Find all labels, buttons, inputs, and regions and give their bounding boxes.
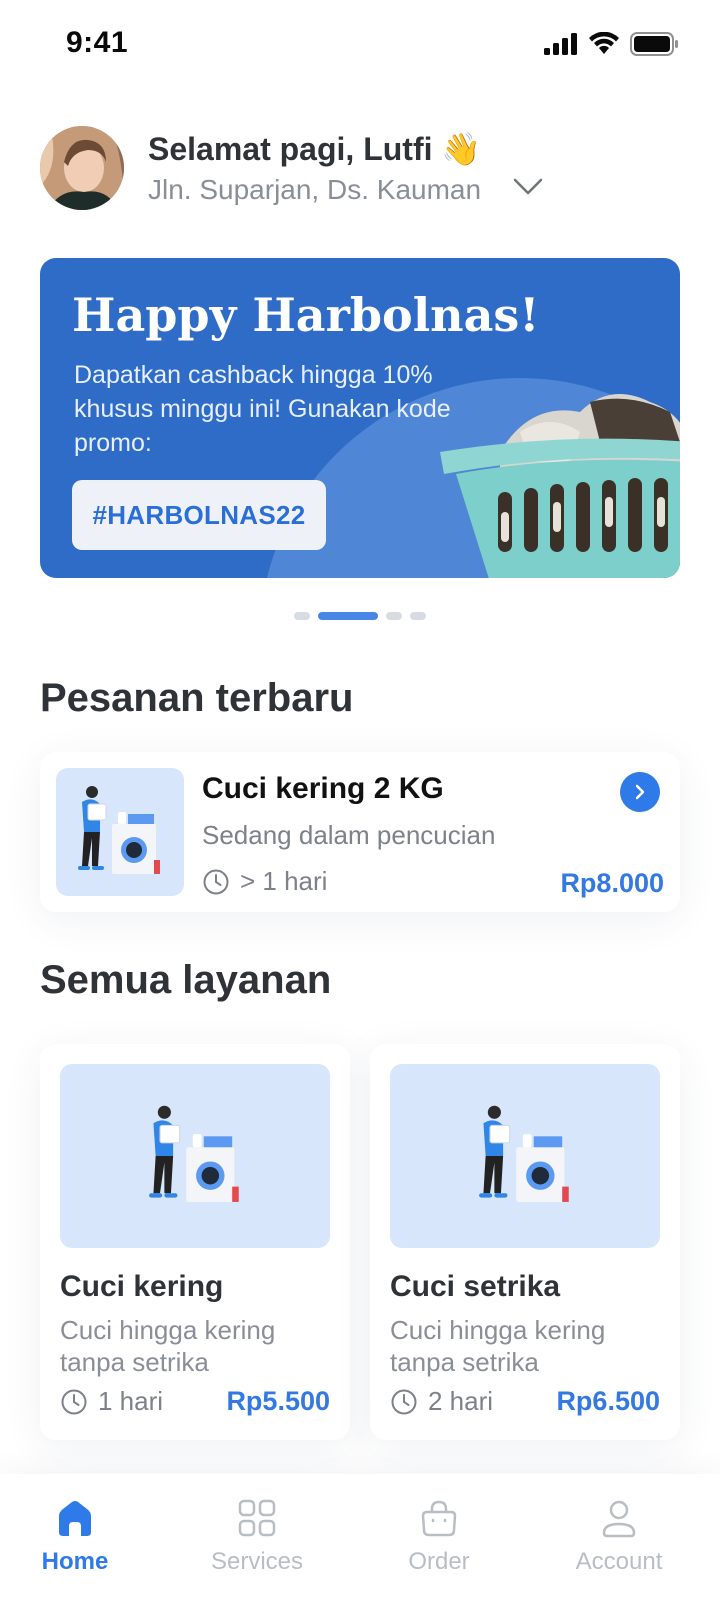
greeting-text: Selamat pagi, Lutfi 👋: [148, 131, 482, 167]
services-title: Semua layanan: [40, 958, 332, 1002]
nav-label-services: Services: [210, 1548, 304, 1575]
nav-item-home[interactable]: Home: [0, 1498, 150, 1576]
order-duration-text: > 1 hari: [240, 866, 328, 896]
avatar[interactable]: [40, 126, 124, 210]
service-duration: 1 hari: [60, 1386, 163, 1417]
order-name: Cuci kering 2 KG: [202, 772, 444, 805]
status-time: 9:41: [66, 26, 129, 59]
avatar-image: [40, 126, 124, 210]
address-text: Jln. Suparjan, Ds. Kauman: [148, 174, 482, 205]
service-card-cuci-kering[interactable]: Cuci kering Cuci hingga kering tanpa set…: [40, 1044, 350, 1440]
clock-icon: [61, 1389, 87, 1414]
header: Selamat pagi, Lutfi 👋 Jln. Suparjan, Ds.…: [40, 126, 680, 212]
nav-item-account[interactable]: Account: [544, 1498, 694, 1576]
grid-icon: [238, 1499, 276, 1537]
service-card-cuci-setrika[interactable]: Cuci setrika Cuci hingga kering tanpa se…: [370, 1044, 680, 1440]
bag-icon: [421, 1500, 457, 1537]
chevron-right-icon: [635, 784, 645, 800]
nav-label-account: Account: [575, 1548, 663, 1575]
service-duration-text: 2 hari: [428, 1386, 494, 1416]
service-price: Rp5.500: [226, 1386, 330, 1416]
order-thumbnail: [56, 768, 184, 896]
home-icon: [59, 1501, 91, 1536]
nav-item-services[interactable]: Services: [182, 1498, 332, 1576]
service-price: Rp6.500: [556, 1386, 660, 1416]
clock-icon: [203, 869, 229, 894]
carousel-dot[interactable]: [294, 612, 310, 620]
service-thumbnail: [60, 1064, 330, 1248]
banner-title: Happy Harbolnas!: [72, 288, 540, 342]
user-icon: [602, 1500, 636, 1538]
wifi-icon: [589, 32, 619, 54]
clock-icon: [391, 1389, 417, 1414]
service-description: Cuci hingga kering tanpa setrika: [390, 1315, 606, 1377]
carousel-indicator: [294, 612, 426, 620]
banner-text: Dapatkan cashback hingga 10% khusus ming…: [74, 361, 451, 457]
carousel-dot[interactable]: [386, 612, 402, 620]
service-name: Cuci kering: [60, 1270, 224, 1303]
carousel-dot[interactable]: [410, 612, 426, 620]
nav-label-home: Home: [41, 1548, 109, 1575]
service-duration-text: 1 hari: [98, 1386, 164, 1416]
carousel-dot-active[interactable]: [318, 612, 378, 620]
nav-label-order: Order: [408, 1548, 470, 1575]
status-icons: [544, 32, 678, 56]
order-status: Sedang dalam pencucian: [202, 820, 496, 850]
order-detail-button[interactable]: [620, 772, 660, 812]
laundry-illustration: [78, 786, 160, 874]
signal-icon: [544, 33, 577, 55]
status-bar: 9:41: [0, 0, 720, 90]
promo-banner[interactable]: Happy Harbolnas! Dapatkan cashback hingg…: [40, 258, 680, 578]
battery-icon: [630, 32, 678, 56]
order-duration: > 1 hari: [202, 866, 327, 897]
promo-code-button[interactable]: #HARBOLNAS22: [72, 480, 326, 550]
order-price: Rp8.000: [560, 868, 664, 898]
chevron-down-icon[interactable]: [512, 176, 544, 198]
bottom-navigation: Home Services Order Account: [0, 1474, 720, 1600]
laundry-basket-illustration: [440, 394, 680, 578]
recent-orders-title: Pesanan terbaru: [40, 676, 354, 720]
service-description: Cuci hingga kering tanpa setrika: [60, 1315, 276, 1377]
nav-item-order[interactable]: Order: [364, 1498, 514, 1576]
service-name: Cuci setrika: [390, 1270, 561, 1303]
laundry-illustration: [149, 1105, 239, 1202]
service-thumbnail: [390, 1064, 660, 1248]
recent-order-card[interactable]: Cuci kering 2 KG Sedang dalam pencucian …: [40, 752, 680, 912]
service-duration: 2 hari: [390, 1386, 493, 1417]
laundry-illustration: [479, 1105, 569, 1202]
